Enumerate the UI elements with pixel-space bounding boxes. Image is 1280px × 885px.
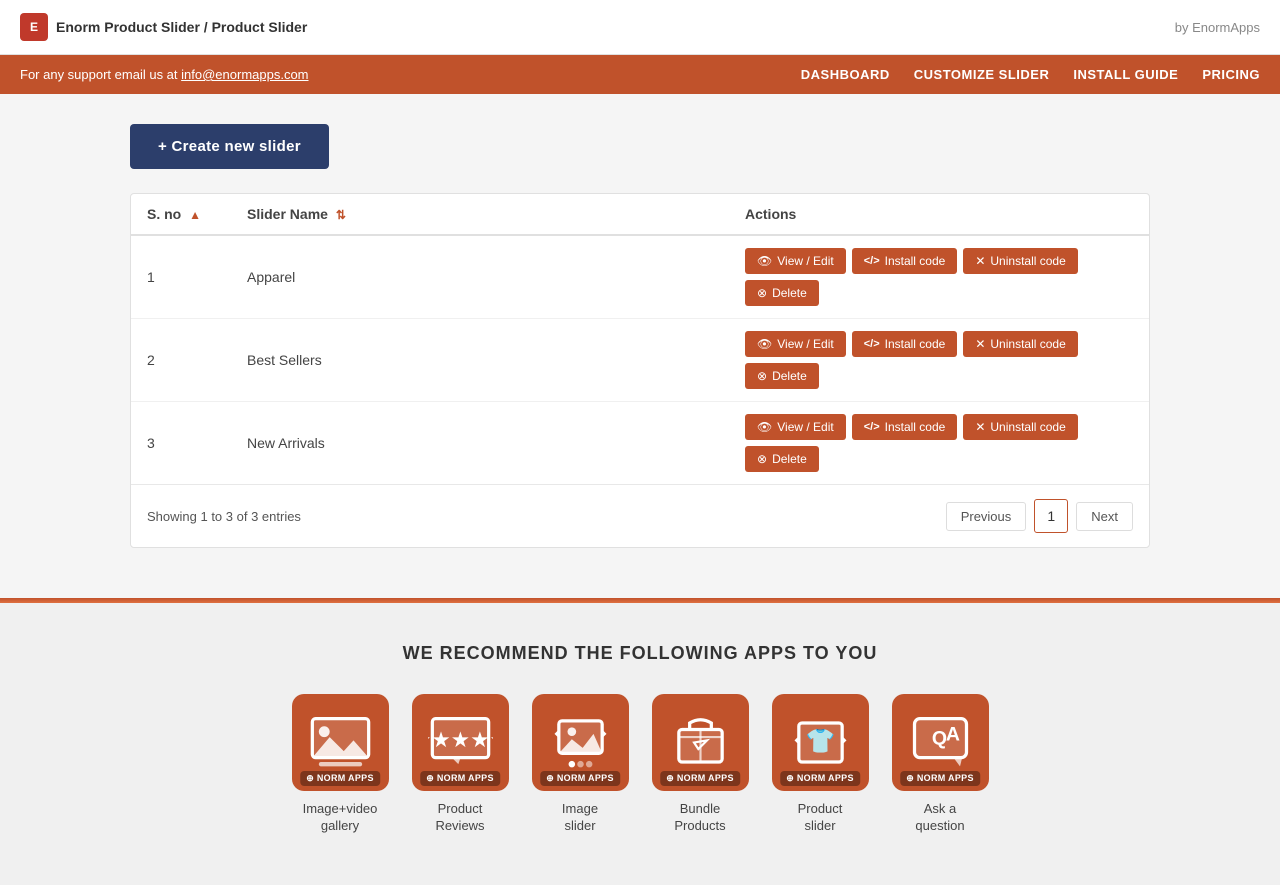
view-edit-button[interactable]: 👁 View / Edit [745,331,846,357]
svg-text:Q: Q [931,728,946,750]
action-buttons: 👁 View / Edit </> Install code ✕ Uninsta… [745,331,1133,389]
code-icon: </> [864,255,880,267]
x-icon: ✕ [975,254,985,268]
sort-icon-sno: ▲ [189,208,201,222]
rec-app-icon-slider: ⊕ NORM APPS [532,694,629,791]
row-sno: 3 [131,402,231,485]
install-code-button[interactable]: </> Install code [852,414,958,440]
x-icon: ✕ [975,420,985,434]
enorm-badge: ⊕ NORM APPS [660,771,740,786]
view-edit-button[interactable]: 👁 View / Edit [745,248,846,274]
app-icon: E [20,13,48,41]
code-icon: </> [864,421,880,433]
nav-bar: For any support email us at info@enormap… [0,55,1280,94]
rec-apps-list: ⊕ NORM APPS Image+videogallery ★★★★★ ⊕ N… [20,694,1260,835]
table-row: 1 Apparel 👁 View / Edit </> Install code [131,235,1149,319]
nav-install[interactable]: INSTALL GUIDE [1073,67,1178,82]
action-buttons: 👁 View / Edit </> Install code ✕ Uninsta… [745,248,1133,306]
previous-button[interactable]: Previous [946,502,1027,531]
rec-app-icon-question: Q A ⊕ NORM APPS [892,694,989,791]
row-actions: 👁 View / Edit </> Install code ✕ Uninsta… [729,235,1149,319]
row-sno: 2 [131,319,231,402]
page-number: 1 [1034,499,1068,533]
x-icon: ✕ [975,337,985,351]
action-buttons: 👁 View / Edit </> Install code ✕ Uninsta… [745,414,1133,472]
circle-x-icon: ⊗ [757,369,767,383]
rec-app-icon-reviews: ★★★★★ ⊕ NORM APPS [412,694,509,791]
enorm-badge: ⊕ NORM APPS [780,771,860,786]
eye-icon: 👁 [757,420,772,434]
pagination-row: Showing 1 to 3 of 3 entries Previous 1 N… [131,484,1149,547]
view-edit-button[interactable]: 👁 View / Edit [745,414,846,440]
by-label: by EnormApps [1175,20,1260,35]
col-actions: Actions [729,194,1149,235]
nav-pricing[interactable]: PRICING [1202,67,1260,82]
row-slider-name: Best Sellers [231,319,729,402]
support-text: For any support email us at info@enormap… [20,67,309,82]
delete-button[interactable]: ⊗ Delete [745,363,819,389]
main-content: + Create new slider S. no ▲ Slider Name … [110,94,1170,578]
table-row: 2 Best Sellers 👁 View / Edit </> Install… [131,319,1149,402]
nav-customize[interactable]: CUSTOMIZE SLIDER [914,67,1050,82]
rec-app-label-slider: Imageslider [562,801,598,835]
table-header-row: S. no ▲ Slider Name ⇅ Actions [131,194,1149,235]
row-slider-name: New Arrivals [231,402,729,485]
rec-app-ask-question[interactable]: Q A ⊕ NORM APPS Ask aquestion [890,694,990,835]
install-code-button[interactable]: </> Install code [852,248,958,274]
rec-app-label-question: Ask aquestion [915,801,964,835]
rec-app-icon-gallery: ⊕ NORM APPS [292,694,389,791]
row-slider-name: Apparel [231,235,729,319]
rec-app-label-product-slider: Productslider [798,801,843,835]
rec-app-label-gallery: Image+videogallery [303,801,378,835]
uninstall-code-button[interactable]: ✕ Uninstall code [963,331,1077,357]
breadcrumb: Enorm Product Slider / Product Slider [56,19,307,35]
circle-x-icon: ⊗ [757,452,767,466]
top-bar-left: E Enorm Product Slider / Product Slider [20,13,307,41]
eye-icon: 👁 [757,337,772,351]
delete-button[interactable]: ⊗ Delete [745,446,819,472]
rec-app-bundle-products[interactable]: ⊕ NORM APPS BundleProducts [650,694,750,835]
enorm-badge: ⊕ NORM APPS [900,771,980,786]
rec-app-product-slider[interactable]: 👕 ⊕ NORM APPS Productslider [770,694,870,835]
install-code-button[interactable]: </> Install code [852,331,958,357]
rec-app-icon-bundle: ⊕ NORM APPS [652,694,749,791]
rec-app-label-reviews: ProductReviews [435,801,484,835]
col-slider-name[interactable]: Slider Name ⇅ [231,194,729,235]
enorm-badge: ⊕ NORM APPS [300,771,380,786]
rec-app-icon-product-slider: 👕 ⊕ NORM APPS [772,694,869,791]
row-sno: 1 [131,235,231,319]
circle-x-icon: ⊗ [757,286,767,300]
uninstall-code-button[interactable]: ✕ Uninstall code [963,414,1077,440]
enorm-badge: ⊕ NORM APPS [540,771,620,786]
col-sno[interactable]: S. no ▲ [131,194,231,235]
sort-icon-name: ⇅ [336,208,346,222]
pagination-controls: Previous 1 Next [946,499,1133,533]
support-email-link[interactable]: info@enormapps.com [181,67,308,82]
rec-app-image-slider[interactable]: ⊕ NORM APPS Imageslider [530,694,630,835]
rec-app-product-reviews[interactable]: ★★★★★ ⊕ NORM APPS ProductReviews [410,694,510,835]
top-bar: E Enorm Product Slider / Product Slider … [0,0,1280,55]
next-button[interactable]: Next [1076,502,1133,531]
delete-button[interactable]: ⊗ Delete [745,280,819,306]
svg-text:★★★★★: ★★★★★ [428,727,493,752]
rec-app-label-bundle: BundleProducts [674,801,725,835]
create-slider-button[interactable]: + Create new slider [130,124,329,169]
svg-text:👕: 👕 [805,728,835,755]
table-row: 3 New Arrivals 👁 View / Edit </> Install… [131,402,1149,485]
uninstall-code-button[interactable]: ✕ Uninstall code [963,248,1077,274]
recommendations-section: WE RECOMMEND THE FOLLOWING APPS TO YOU ⊕… [0,603,1280,885]
row-actions: 👁 View / Edit </> Install code ✕ Uninsta… [729,319,1149,402]
row-actions: 👁 View / Edit </> Install code ✕ Uninsta… [729,402,1149,485]
code-icon: </> [864,338,880,350]
showing-text: Showing 1 to 3 of 3 entries [147,509,301,524]
nav-dashboard[interactable]: DASHBOARD [801,67,890,82]
sliders-table-container: S. no ▲ Slider Name ⇅ Actions 1 Appa [130,193,1150,548]
rec-app-image-video-gallery[interactable]: ⊕ NORM APPS Image+videogallery [290,694,390,835]
sliders-table: S. no ▲ Slider Name ⇅ Actions 1 Appa [131,194,1149,484]
svg-text:A: A [945,723,959,745]
enorm-badge: ⊕ NORM APPS [420,771,500,786]
eye-icon: 👁 [757,254,772,268]
rec-title: WE RECOMMEND THE FOLLOWING APPS TO YOU [20,643,1260,664]
nav-items: DASHBOARD CUSTOMIZE SLIDER INSTALL GUIDE… [801,67,1260,82]
